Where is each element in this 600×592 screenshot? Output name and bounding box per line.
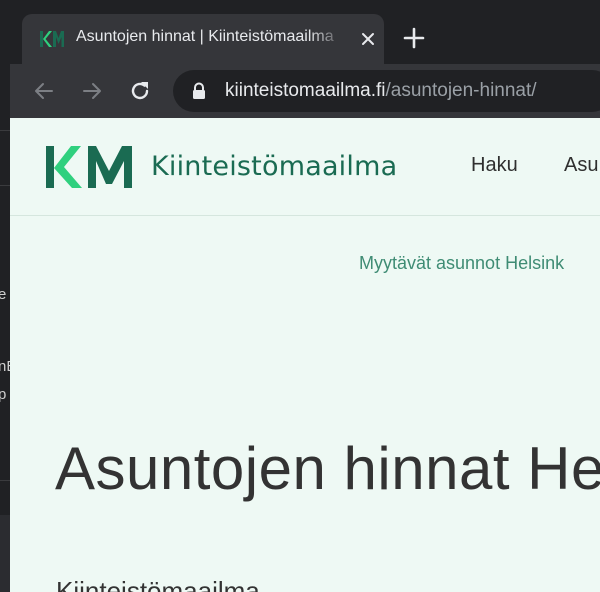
close-icon[interactable] <box>359 30 377 48</box>
background-text: e <box>0 286 7 303</box>
new-tab-icon[interactable] <box>402 26 426 50</box>
address-bar[interactable]: kiinteistomaailma.fi/asuntojen-hinnat/ <box>173 70 600 112</box>
url-path: /asuntojen-hinnat/ <box>385 80 537 101</box>
km-logo-icon[interactable] <box>46 146 132 188</box>
background-text: p <box>0 386 7 403</box>
web-page: Kiinteistömaailma Haku Asu Myytävät asun… <box>10 118 600 592</box>
intro-text: Kiinteistömaailma <box>56 576 260 592</box>
browser-toolbar: kiinteistomaailma.fi/asuntojen-hinnat/ <box>10 64 600 118</box>
nav-link-haku[interactable]: Haku <box>471 154 518 177</box>
url-text[interactable]: kiinteistomaailma.fi/asuntojen-hinnat/ <box>225 80 537 102</box>
km-favicon-icon <box>40 31 64 47</box>
page-title: Asuntojen hinnat He <box>55 435 600 502</box>
tab-strip: Asuntojen hinnat | Kiinteistömaailma <box>10 0 600 64</box>
nav-link-asu[interactable]: Asu <box>564 154 598 177</box>
site-header: Kiinteistömaailma Haku Asu <box>10 118 600 216</box>
browser-window: Asuntojen hinnat | Kiinteistömaailma kii… <box>10 0 600 592</box>
forward-arrow-icon[interactable] <box>80 79 104 103</box>
reload-icon[interactable] <box>128 79 152 103</box>
active-tab[interactable]: Asuntojen hinnat | Kiinteistömaailma <box>22 14 384 64</box>
logo-wordmark[interactable]: Kiinteistömaailma <box>151 151 397 182</box>
url-host: kiinteistomaailma.fi <box>225 80 386 101</box>
tab-title: Asuntojen hinnat | Kiinteistömaailma <box>76 28 334 45</box>
back-arrow-icon[interactable] <box>32 79 56 103</box>
promo-link[interactable]: Myytävät asunnot Helsink <box>359 253 564 274</box>
lock-icon[interactable] <box>191 82 207 100</box>
